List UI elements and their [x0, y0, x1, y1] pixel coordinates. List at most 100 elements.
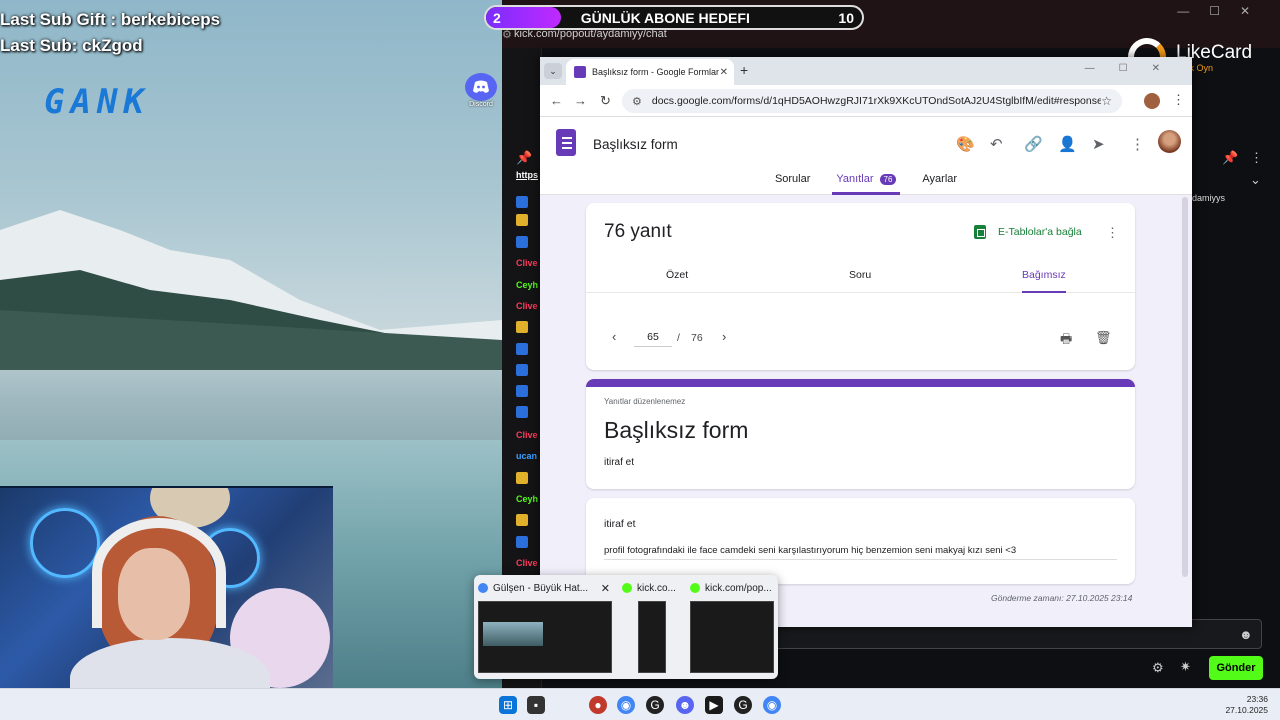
chat-badge-icon	[516, 385, 528, 397]
last-sub-gift-text: Last Sub Gift : berkebiceps	[0, 10, 221, 29]
gear-icon[interactable]: ⚙	[1152, 660, 1164, 676]
discord-shortcut[interactable]: Discord	[465, 73, 497, 113]
start-icon[interactable]: ⊞	[499, 696, 517, 714]
next-response-icon[interactable]: ›	[722, 329, 726, 344]
pin-icon[interactable]: 📌	[1222, 150, 1238, 166]
undo-icon[interactable]: ↶	[990, 135, 1003, 153]
question-card: itiraf et profil fotografındaki ile face…	[586, 498, 1135, 584]
tab-strip: ⌄ Başlıksız form - Google Formlar ✕ + —☐…	[540, 57, 1192, 85]
chat-username[interactable]: Ceyh	[516, 494, 538, 504]
chat-username[interactable]: Clive	[516, 430, 538, 440]
form-title: Başlıksız form	[604, 417, 749, 443]
site-info-icon[interactable]: ⚙	[632, 95, 642, 108]
chat-badge-icon	[516, 536, 528, 548]
webcam-feed	[0, 486, 333, 688]
window-controls[interactable]: —☐✕	[1177, 4, 1270, 18]
tab-search-button[interactable]: ⌄	[544, 63, 562, 79]
readonly-note: Yanıtlar düzenlenemez	[604, 397, 686, 406]
pin-icon[interactable]: 📌	[516, 150, 532, 166]
forms-logo-icon[interactable]	[556, 129, 576, 156]
file-explorer-icon[interactable]: ▪	[527, 696, 545, 714]
link-to-sheets-button[interactable]: E-Tablolar'a bağla	[974, 225, 1082, 239]
account-avatar[interactable]	[1158, 130, 1181, 153]
previous-response-icon[interactable]: ‹	[612, 329, 616, 344]
back-icon[interactable]: ←	[550, 93, 563, 108]
chrome-icon[interactable]: ◉	[617, 696, 635, 714]
chat-username[interactable]: damiyys	[1192, 193, 1225, 203]
form-name[interactable]: Başlıksız form	[593, 137, 678, 152]
window-controls[interactable]: —☐✕	[1085, 63, 1184, 74]
clock-time: 23:36	[1246, 694, 1268, 704]
chrome-icon[interactable]: ◉	[763, 696, 781, 714]
discord-icon[interactable]: ☻	[676, 696, 694, 714]
chevron-down-icon[interactable]: ⌄	[1250, 172, 1261, 188]
reload-icon[interactable]: ↻	[600, 93, 611, 109]
goal-target: 10	[838, 9, 854, 26]
close-tab-icon[interactable]: ✕	[720, 67, 728, 78]
chat-username[interactable]: Clive	[516, 258, 538, 268]
more-options-icon[interactable]: ⋮	[1106, 225, 1119, 241]
forms-header: Başlıksız form 🎨 ↶ 🔗 👤 ➤ ⋮ Sorular Yanıt…	[540, 117, 1192, 195]
link-to-sheets-label: E-Tablolar'a bağla	[998, 226, 1082, 238]
publish-icon[interactable]: ➤	[1092, 135, 1105, 153]
palette-icon[interactable]: 🎨	[956, 135, 975, 153]
kick-icon	[690, 583, 700, 593]
clock-date: 27.10.2025	[1225, 705, 1268, 715]
question-text: itiraf et	[604, 518, 636, 530]
form-tabs: Sorular Yanıtlar 76 Ayarlar	[540, 169, 1192, 195]
goal-current: 2	[493, 9, 501, 26]
mountain-illustration	[0, 210, 502, 370]
preview-item[interactable]: Gülşen - Büyük Hat... ✕	[478, 579, 614, 675]
tab-question[interactable]: Soru	[849, 269, 871, 293]
app-icon[interactable]: ●	[589, 696, 607, 714]
current-response-input[interactable]: 65	[634, 331, 672, 347]
browser-window: ⌄ Başlıksız form - Google Formlar ✕ + —☐…	[540, 57, 1192, 627]
form-title-card: Yanıtlar düzenlenemez Başlıksız form iti…	[586, 379, 1135, 489]
add-collaborator-icon[interactable]: 👤	[1058, 135, 1077, 153]
more-options-icon[interactable]: ⋮	[1130, 135, 1145, 153]
chat-badge-icon	[516, 196, 528, 208]
responses-summary-card: 76 yanıt E-Tablolar'a bağla ⋮ Özet Soru …	[586, 203, 1135, 370]
browser-tab[interactable]: Başlıksız form - Google Formlar ✕	[566, 59, 734, 85]
new-tab-icon[interactable]: +	[740, 62, 748, 78]
tab-individual[interactable]: Bağımsız	[1022, 269, 1066, 293]
chat-username[interactable]: Clive	[516, 558, 538, 568]
tab-settings[interactable]: Ayarlar	[918, 169, 961, 195]
chat-link[interactable]: https	[516, 170, 538, 180]
print-icon[interactable]: 🖶	[1060, 330, 1072, 352]
goal-title: GÜNLÜK ABONE HEDEFI	[580, 9, 750, 26]
responses-content: 76 yanıt E-Tablolar'a bağla ⋮ Özet Soru …	[540, 195, 1192, 627]
emoji-icon[interactable]: ☻	[1239, 627, 1253, 642]
system-clock[interactable]: 23:36 27.10.2025	[1225, 694, 1268, 716]
preview-item[interactable]: kick.com/pop...	[690, 579, 774, 675]
gank-logo: GANK	[44, 82, 150, 122]
app-icon[interactable]: G	[646, 696, 664, 714]
delete-icon[interactable]: 🗑	[1095, 330, 1112, 346]
link-icon[interactable]: 🔗	[1024, 135, 1043, 153]
browser-menu-icon[interactable]: ⋮	[1172, 92, 1185, 108]
tab-responses[interactable]: Yanıtlar 76	[832, 169, 901, 195]
tab-questions[interactable]: Sorular	[771, 169, 814, 195]
chat-username[interactable]: ucan	[516, 451, 537, 461]
close-icon[interactable]: ✕	[601, 582, 610, 595]
app-icon[interactable]: G	[734, 696, 752, 714]
settings-badge-icon[interactable]: ✷	[1180, 659, 1191, 675]
address-url[interactable]: docs.google.com/forms/d/1qHD5AOHwzgRJI71…	[652, 95, 1101, 107]
profile-avatar[interactable]	[1144, 93, 1160, 109]
send-button[interactable]: Gönder	[1209, 656, 1263, 680]
more-icon[interactable]: ⋮	[1250, 150, 1263, 166]
scrollbar[interactable]	[1182, 197, 1188, 577]
chat-username[interactable]: Ceyh	[516, 280, 538, 290]
forward-icon[interactable]: →	[574, 93, 587, 108]
kick-app-icon[interactable]: ▶	[705, 696, 723, 714]
preview-item[interactable]: kick.co...	[622, 579, 682, 675]
chat-badge-icon	[516, 236, 528, 248]
address-bar[interactable]: ⚙ docs.google.com/forms/d/1qHD5AOHwzgRJI…	[622, 89, 1122, 113]
chat-username[interactable]: Clive	[516, 301, 538, 311]
taskbar-preview-popup: Gülşen - Büyük Hat... ✕ kick.co... kick.c…	[474, 575, 778, 679]
tab-title: Başlıksız form - Google Formlar	[592, 67, 720, 77]
bookmark-star-icon[interactable]: ☆	[1101, 94, 1112, 108]
tab-summary[interactable]: Özet	[666, 269, 688, 293]
preview-thumbnail	[638, 601, 666, 673]
chat-badge-icon	[516, 343, 528, 355]
